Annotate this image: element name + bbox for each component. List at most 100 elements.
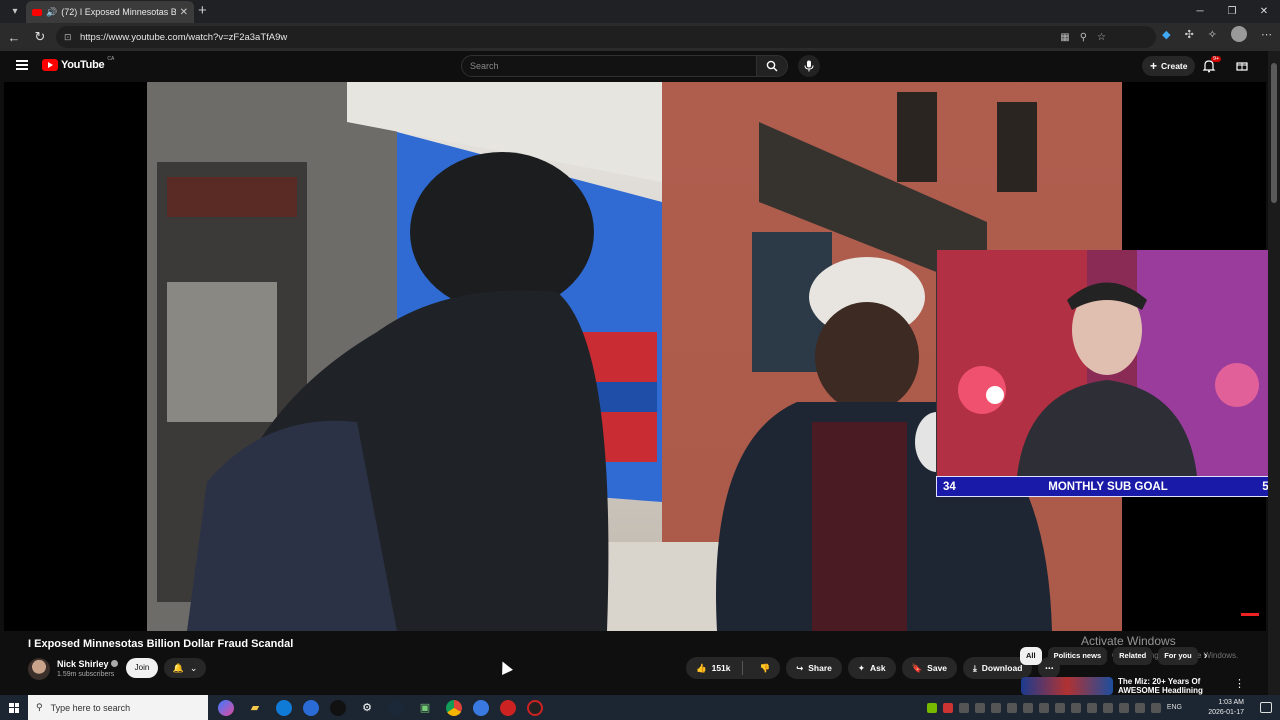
subscription-notifications-button[interactable]: 🔔 ⌄ <box>164 658 206 678</box>
favorites-icon[interactable]: ✧ <box>1208 28 1217 41</box>
save-button[interactable]: 🔖 Save <box>901 657 958 679</box>
game-bar-icon[interactable]: ▣ <box>415 698 435 718</box>
search-button[interactable] <box>756 55 788 77</box>
recommended-video-title[interactable]: The Miz: 20+ Years Of AWESOME Headlining <box>1118 677 1218 695</box>
app-red-icon[interactable] <box>500 699 516 716</box>
chip-all[interactable]: All <box>1020 647 1042 665</box>
browser-tab-active[interactable]: 🔊 (72) I Exposed Minnesotas Bi ✕ <box>26 1 194 23</box>
ask-button[interactable]: ✦ Ask <box>847 657 896 679</box>
address-bar-actions: ▦ ⚲ ☆ <box>1060 26 1106 48</box>
like-count[interactable]: 151k <box>712 663 731 673</box>
tray-icon-13[interactable] <box>1118 702 1129 713</box>
tray-icon-3[interactable] <box>958 702 969 713</box>
tray-icon-4[interactable] <box>974 702 985 713</box>
network-icon[interactable] <box>1134 702 1145 713</box>
chevron-right-icon[interactable]: › <box>1204 650 1208 662</box>
chrome-icon[interactable] <box>446 699 462 716</box>
browser-menu-icon[interactable]: ⋯ <box>1261 28 1272 41</box>
tab-close-icon[interactable]: ✕ <box>180 7 188 18</box>
more-vertical-icon[interactable]: ⋮ <box>1234 677 1245 690</box>
join-button[interactable]: Join <box>126 658 158 678</box>
notification-center-icon[interactable] <box>1260 702 1272 713</box>
youtube-logo[interactable]: YouTube CA <box>42 56 114 71</box>
tab-list-dropdown[interactable]: ▾ <box>4 3 26 21</box>
settings-gear-icon[interactable]: ⚙ <box>357 698 377 718</box>
scrollbar-thumb[interactable] <box>1271 63 1277 203</box>
chevron-down-icon: ⌄ <box>189 662 198 673</box>
app-dark-icon[interactable] <box>330 699 346 716</box>
channel-avatar[interactable] <box>28 658 50 680</box>
windows-logo-icon <box>9 702 19 713</box>
chip-politics-news[interactable]: Politics news <box>1047 647 1108 665</box>
browser-toolbar: ← ↻ ⊡ https://www.youtube.com/watch?v=zF… <box>0 23 1280 51</box>
create-label: Create <box>1161 61 1188 71</box>
taskbar-clock[interactable]: 1:03 AM 2026-01-17 <box>1208 698 1244 718</box>
channel-name-text[interactable]: Nick Shirley <box>57 659 109 669</box>
system-tray: ENG <box>926 695 1240 720</box>
tray-icon-7[interactable] <box>1022 702 1033 713</box>
restore-button[interactable]: ❐ <box>1216 0 1248 23</box>
windows-taskbar: ⚲ Type here to search ▰ ⚙ ▣ ENG 1:03 AM … <box>0 695 1280 720</box>
gift-icon[interactable] <box>1236 59 1248 71</box>
window-controls: ─ ❐ ✕ <box>1184 0 1280 23</box>
file-explorer-icon[interactable]: ▰ <box>245 698 265 718</box>
tray-nvidia-icon[interactable] <box>926 702 937 713</box>
page-scrollbar[interactable] <box>1268 51 1280 695</box>
start-button[interactable] <box>0 702 28 713</box>
tray-icon-9[interactable] <box>1054 702 1065 713</box>
tray-icon-6[interactable] <box>1006 702 1017 713</box>
taskbar-apps: ▰ ⚙ ▣ <box>218 698 543 718</box>
voice-search-button[interactable] <box>798 55 820 77</box>
favorite-star-icon[interactable]: ☆ <box>1097 32 1106 43</box>
search-input[interactable]: Search <box>461 55 757 77</box>
minimize-button[interactable]: ─ <box>1184 0 1216 23</box>
share-arrow-icon: ↪ <box>796 662 804 673</box>
language-indicator[interactable]: ENG <box>1167 704 1182 711</box>
app-blue-2-icon[interactable] <box>473 699 489 716</box>
address-bar[interactable]: ⊡ https://www.youtube.com/watch?v=zF2a3a… <box>56 26 1156 48</box>
channel-name[interactable]: Nick Shirley <box>57 659 118 669</box>
bell-icon: 🔔 <box>172 662 184 673</box>
app-blue-icon[interactable] <box>303 699 319 716</box>
thumbs-down-icon[interactable]: 👎 <box>750 663 781 674</box>
new-tab-button[interactable]: + <box>198 2 207 19</box>
tray-icon-12[interactable] <box>1102 702 1113 713</box>
profile-avatar[interactable] <box>1231 26 1247 42</box>
tray-red-icon[interactable] <box>942 702 953 713</box>
related-filter-chips: All Politics news Related For you › <box>1020 647 1207 665</box>
site-info-icon[interactable]: ⊡ <box>64 32 74 42</box>
audio-playing-icon[interactable]: 🔊 <box>46 7 57 18</box>
create-button[interactable]: + Create <box>1142 56 1196 76</box>
extension-icon[interactable]: ◆ <box>1162 28 1170 41</box>
volume-icon[interactable] <box>1150 702 1161 713</box>
chip-for-you[interactable]: For you <box>1158 647 1198 665</box>
tray-icon-5[interactable] <box>990 702 1001 713</box>
share-label: Share <box>808 663 832 673</box>
edge-icon[interactable] <box>276 699 292 716</box>
bookmark-icon: 🔖 <box>911 662 923 673</box>
share-button[interactable]: ↪ Share <box>786 657 842 679</box>
save-label: Save <box>927 663 948 673</box>
close-window-button[interactable]: ✕ <box>1248 0 1280 23</box>
thumbs-up-icon[interactable]: 👍 <box>696 663 707 674</box>
recommended-video-thumbnail[interactable] <box>1021 677 1113 695</box>
download-label: Download <box>981 663 1023 673</box>
chip-related[interactable]: Related <box>1113 647 1153 665</box>
activate-windows-watermark: Activate Windows <box>1081 634 1176 648</box>
taskbar-search-box[interactable]: ⚲ Type here to search <box>28 695 208 720</box>
tray-icon-8[interactable] <box>1038 702 1049 713</box>
youtube-favicon-icon <box>32 8 42 16</box>
reload-button[interactable]: ↻ <box>28 29 52 45</box>
tray-icon-10[interactable] <box>1070 702 1081 713</box>
guide-menu-icon[interactable] <box>16 60 28 70</box>
app-available-icon[interactable]: ▦ <box>1060 32 1069 43</box>
back-button[interactable]: ← <box>2 30 26 45</box>
app-black-red-icon[interactable] <box>527 699 543 716</box>
steam-icon[interactable] <box>388 699 404 716</box>
sub-goal-label: MONTHLY SUB GOAL <box>1048 480 1168 493</box>
tray-icon-11[interactable] <box>1086 702 1097 713</box>
youtube-wordmark: YouTube <box>61 59 105 71</box>
zoom-icon[interactable]: ⚲ <box>1080 32 1087 43</box>
copilot-icon[interactable] <box>218 699 234 716</box>
extensions-puzzle-icon[interactable]: ✣ <box>1185 28 1194 41</box>
